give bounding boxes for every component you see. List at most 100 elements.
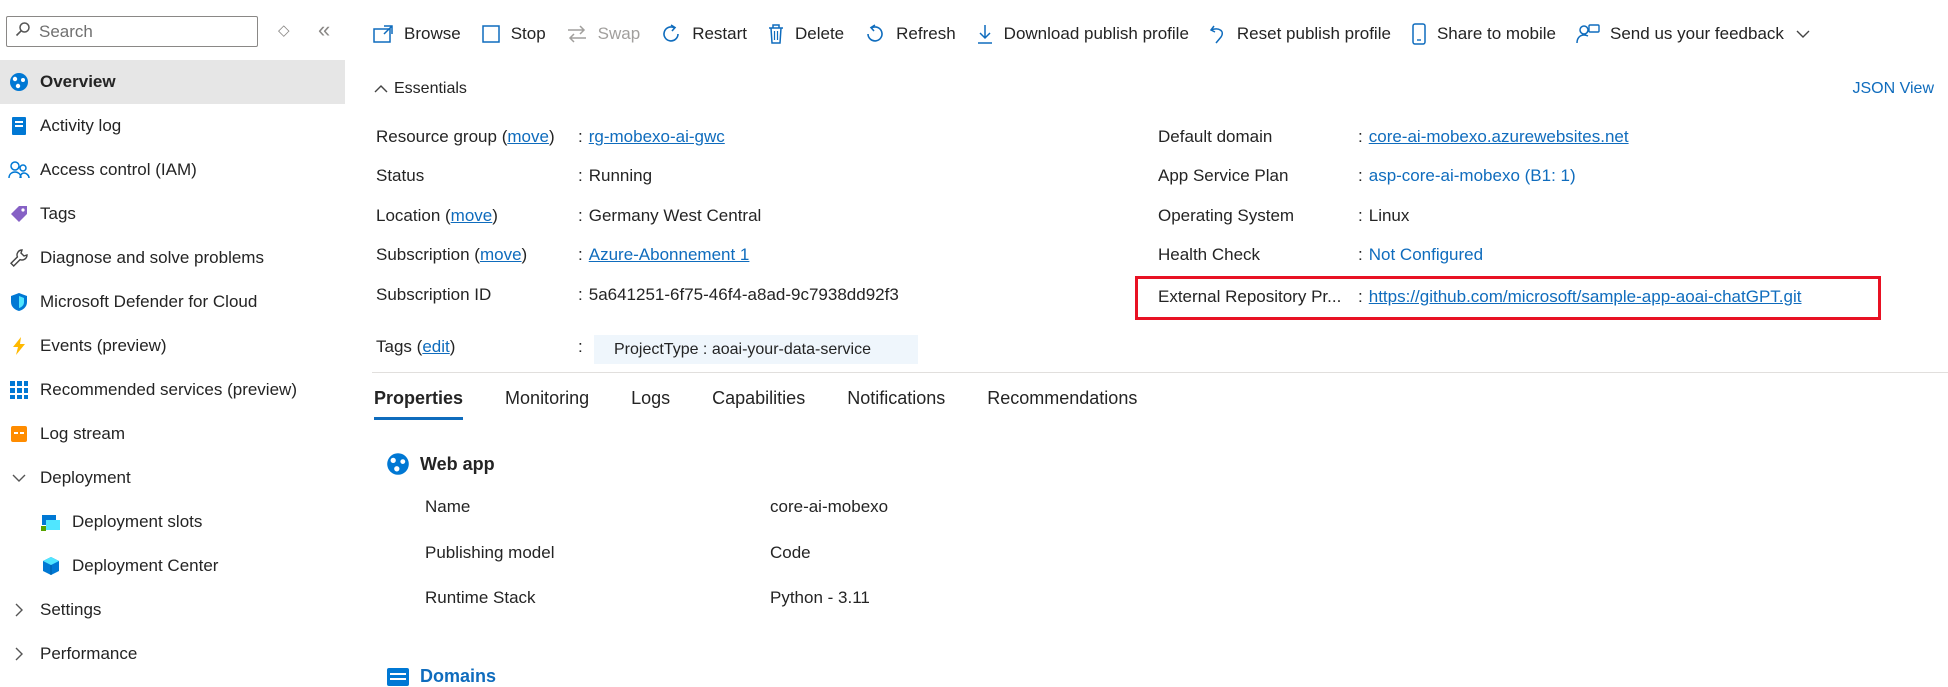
subscription-id-label: Subscription ID: [376, 285, 492, 304]
search-input[interactable]: [37, 20, 241, 43]
sidebar-item-access-control[interactable]: Access control (IAM): [0, 148, 345, 192]
swap-label: Swap: [597, 24, 641, 43]
essentials-divider: [372, 372, 1948, 373]
app-service-plan-link[interactable]: asp-core-ai-mobexo (B1: 1): [1369, 166, 1576, 185]
sidebar-item-events[interactable]: Events (preview): [0, 324, 345, 368]
browse-icon: [372, 24, 394, 44]
sidebar-item-deployment-center[interactable]: Deployment Center: [0, 544, 345, 588]
sidebar-item-recommended-services[interactable]: Recommended services (preview): [0, 368, 345, 412]
property-label-runtime-stack: Runtime Stack: [425, 588, 536, 607]
chevron-down-icon: [1796, 26, 1810, 42]
cube-icon: [40, 555, 62, 577]
download-icon: [976, 23, 994, 45]
property-label-publishing-model: Publishing model: [425, 543, 555, 562]
undo-icon: [1209, 23, 1227, 45]
tab-properties[interactable]: Properties: [374, 388, 464, 420]
essentials-title: Essentials: [394, 80, 467, 97]
sidebar-item-log-stream[interactable]: Log stream: [0, 412, 345, 456]
default-domain-link[interactable]: core-ai-mobexo.azurewebsites.net: [1369, 127, 1629, 146]
browse-button[interactable]: Browse: [372, 24, 461, 44]
health-check-link[interactable]: Not Configured: [1369, 245, 1483, 264]
sidebar-item-activity-log[interactable]: Activity log: [0, 104, 345, 148]
wrench-icon: [8, 247, 30, 269]
resource-group-link[interactable]: rg-mobexo-ai-gwc: [589, 127, 725, 146]
sidebar-group-settings[interactable]: Settings: [0, 588, 345, 632]
external-repository-label: External Repository Pr...: [1158, 287, 1342, 306]
chevron-down-icon: [8, 473, 30, 483]
feedback-icon: [1576, 23, 1600, 45]
tab-notifications[interactable]: Notifications: [847, 388, 945, 420]
location-move-link[interactable]: move: [451, 206, 493, 225]
resource-group-value: : rg-mobexo-ai-gwc: [578, 127, 725, 146]
grid-icon: [8, 379, 30, 401]
send-feedback-button[interactable]: Send us your feedback: [1576, 23, 1810, 45]
tab-recommendations[interactable]: Recommendations: [987, 388, 1137, 420]
tags-edit-link[interactable]: edit: [422, 337, 449, 356]
external-repository-link[interactable]: https://github.com/microsoft/sample-app-…: [1369, 287, 1802, 306]
essentials-toggle[interactable]: Essentials: [374, 80, 467, 98]
subscription-id-text: 5a641251-6f75-46f4-a8ad-9c7938dd92f3: [588, 285, 899, 304]
sidebar-item-defender[interactable]: Microsoft Defender for Cloud: [0, 280, 345, 324]
os-value: : Linux: [1358, 206, 1410, 225]
sidebar-item-diagnose[interactable]: Diagnose and solve problems: [0, 236, 345, 280]
tab-monitoring[interactable]: Monitoring: [505, 388, 589, 420]
stop-icon: [481, 24, 501, 44]
location-label-text: Location: [376, 206, 441, 225]
browse-label: Browse: [404, 24, 461, 43]
tab-logs[interactable]: Logs: [631, 388, 670, 420]
restart-icon: [660, 23, 682, 45]
os-label: Operating System: [1158, 206, 1295, 225]
reset-publish-profile-button[interactable]: Reset publish profile: [1209, 23, 1391, 45]
sidebar-item-overview[interactable]: Overview: [0, 60, 345, 104]
swap-button[interactable]: Swap: [566, 24, 641, 44]
tag-chip[interactable]: ProjectType : aoai-your-data-service: [594, 335, 918, 364]
swap-icon: [566, 25, 588, 43]
stop-button[interactable]: Stop: [481, 24, 546, 44]
subscription-link[interactable]: Azure-Abonnement 1: [589, 245, 750, 264]
property-label-name: Name: [425, 497, 471, 516]
sidebar-group-deployment[interactable]: Deployment: [0, 456, 345, 500]
mobile-icon: [1411, 23, 1427, 45]
search-icon: [15, 21, 31, 42]
sidebar-item-label: Events (preview): [40, 336, 167, 355]
health-check-value: : Not Configured: [1358, 245, 1484, 264]
sidebar-nav: Overview Activity log Access control (IA…: [0, 60, 345, 676]
web-app-section-title: Web app: [386, 452, 495, 476]
subscription-value: : Azure-Abonnement 1: [578, 245, 750, 264]
tag-icon: [8, 203, 30, 225]
refresh-button[interactable]: Refresh: [864, 23, 956, 45]
sidebar-item-deployment-slots[interactable]: Deployment slots: [0, 500, 345, 544]
sort-icon[interactable]: ◇: [278, 21, 290, 39]
app-service-plan-value: : asp-core-ai-mobexo (B1: 1): [1358, 166, 1576, 185]
subscription-move-link[interactable]: move: [480, 245, 522, 264]
property-value-publishing-model: Code: [770, 543, 811, 562]
collapse-sidebar-icon[interactable]: «: [318, 17, 330, 43]
sidebar-group-performance[interactable]: Performance: [0, 632, 345, 676]
delete-button[interactable]: Delete: [767, 23, 844, 45]
chevron-up-icon: [374, 84, 388, 94]
stop-label: Stop: [510, 24, 546, 43]
subscription-label: Subscription (move): [376, 245, 528, 264]
sidebar-item-label: Deployment slots: [72, 512, 203, 531]
property-value-name: core-ai-mobexo: [770, 497, 889, 516]
location-text: Germany West Central: [588, 206, 762, 225]
sidebar: ◇ « Overview Activity log Access control…: [0, 0, 345, 686]
app-service-plan-label: App Service Plan: [1158, 166, 1289, 185]
domains-section-title: Domains: [386, 666, 496, 687]
refresh-label: Refresh: [896, 24, 956, 43]
tags-label: Tags (edit): [376, 337, 456, 356]
restart-button[interactable]: Restart: [660, 23, 747, 45]
sidebar-search-box[interactable]: [6, 16, 258, 47]
sidebar-item-tags[interactable]: Tags: [0, 192, 345, 236]
default-domain-label: Default domain: [1158, 127, 1273, 146]
download-publish-profile-button[interactable]: Download publish profile: [976, 23, 1189, 45]
lightning-icon: [8, 335, 30, 357]
sidebar-item-label: Diagnose and solve problems: [40, 248, 264, 267]
domains-icon: [386, 667, 410, 687]
chevron-right-icon: [8, 603, 30, 617]
command-bar: Browse Stop Swap Restart Delete Refresh: [372, 14, 1830, 54]
resource-group-move-link[interactable]: move: [507, 127, 549, 146]
json-view-link[interactable]: JSON View: [1852, 80, 1934, 98]
share-to-mobile-button[interactable]: Share to mobile: [1411, 23, 1556, 45]
tab-capabilities[interactable]: Capabilities: [712, 388, 805, 420]
